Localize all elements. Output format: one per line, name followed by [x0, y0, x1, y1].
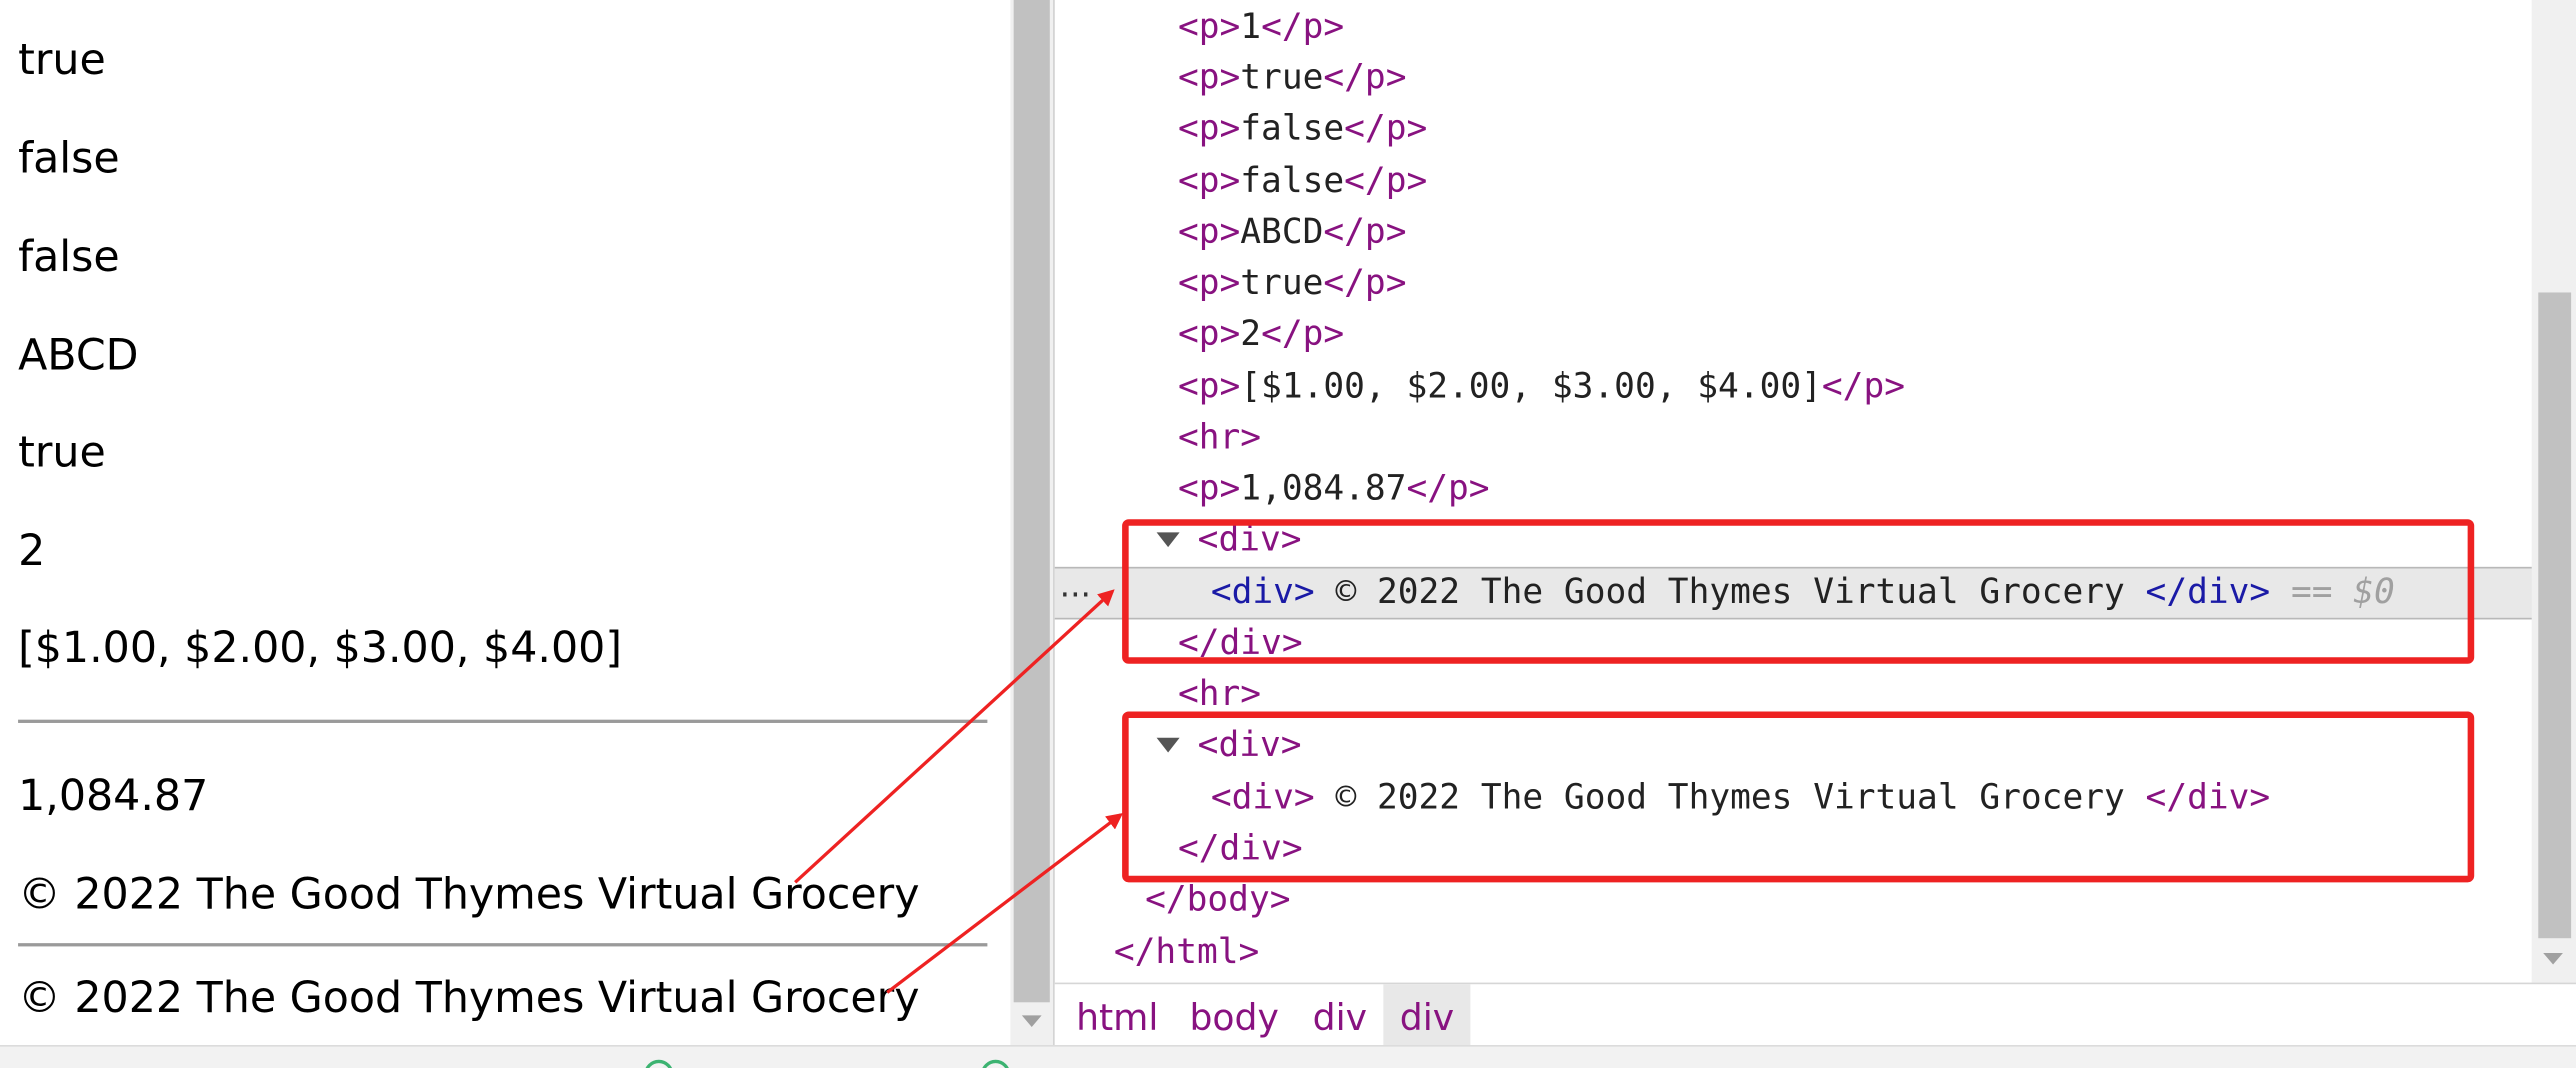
- node-text: true: [1240, 57, 1324, 97]
- tag-hr: <hr>: [1177, 673, 1262, 714]
- node-text: true: [1240, 262, 1324, 303]
- dom-node-p[interactable]: <p>false</p>: [1178, 156, 1427, 207]
- devtools-elements-panel: ... <p>1</p> <p>true</p> <p>false</p> <p…: [1053, 0, 2576, 1047]
- dom-node-p[interactable]: <p>2</p>: [1178, 309, 1344, 360]
- node-text: 2: [1240, 313, 1262, 354]
- tag-close: </p>: [1323, 262, 1407, 303]
- node-text: 1,084.87: [1240, 468, 1407, 508]
- page-line: ABCD: [18, 331, 139, 382]
- page-preview: true false false ABCD true 2 [$1.00, $2.…: [0, 0, 1011, 1046]
- tag-close: </p>: [1323, 57, 1407, 97]
- page-line: true: [18, 36, 106, 86]
- tag-close: </p>: [1261, 313, 1345, 354]
- bottom-status-strip: [0, 1045, 2576, 1068]
- page-line: [$1.00, $2.00, $3.00, $4.00]: [18, 624, 623, 674]
- node-text: ABCD: [1240, 211, 1324, 252]
- annotation-highlight-box: [1122, 519, 2475, 664]
- tag-open: <p>: [1177, 262, 1241, 303]
- breadcrumb-item-body[interactable]: body: [1173, 984, 1295, 1046]
- dom-node-html-close[interactable]: </html>: [1114, 927, 1259, 978]
- page-line: true: [18, 428, 106, 479]
- tag-open: <p>: [1177, 468, 1241, 508]
- scroll-down-arrow-icon[interactable]: [1021, 1015, 1042, 1027]
- dom-node-p[interactable]: <p>1</p>: [1178, 2, 1344, 53]
- page-scrollbar-thumb[interactable]: [1013, 0, 1050, 1003]
- tag-open: <p>: [1177, 57, 1241, 97]
- tag-close: </body>: [1145, 879, 1291, 919]
- breadcrumb: html body div div: [1054, 982, 2576, 1047]
- dom-node-p[interactable]: <p>ABCD</p>: [1178, 207, 1407, 258]
- page-line: 2: [18, 527, 46, 577]
- tag-close: </p>: [1261, 6, 1345, 47]
- breadcrumb-item-div-active[interactable]: div: [1383, 984, 1471, 1047]
- scroll-down-arrow-icon[interactable]: [2543, 952, 2563, 965]
- node-text: 1: [1240, 6, 1262, 47]
- breadcrumb-item-div[interactable]: div: [1296, 984, 1383, 1046]
- devtools-scrollbar[interactable]: [2531, 0, 2576, 983]
- dom-node-p[interactable]: <p>false</p>: [1178, 104, 1427, 155]
- node-text: false: [1240, 108, 1345, 148]
- devtools-scrollbar-thumb[interactable]: [2538, 292, 2572, 939]
- tag-open: <p>: [1177, 161, 1241, 201]
- dom-node-p[interactable]: <p>true</p>: [1178, 53, 1407, 104]
- breadcrumb-item-html[interactable]: html: [1060, 984, 1175, 1046]
- node-text: [$1.00, $2.00, $3.00, $4.00]: [1240, 366, 1822, 406]
- page-footer-text: © 2022 The Good Thymes Virtual Grocery: [18, 870, 920, 921]
- dom-node-p[interactable]: <p>true</p>: [1178, 258, 1407, 309]
- tag-open: <p>: [1177, 6, 1241, 47]
- page-line: false: [18, 233, 120, 283]
- tag-hr: <hr>: [1177, 417, 1262, 457]
- tag-close: </html>: [1113, 931, 1260, 972]
- tag-open: <p>: [1177, 108, 1241, 148]
- tag-close: </p>: [1323, 211, 1407, 252]
- page-line: false: [18, 134, 120, 185]
- node-text: false: [1240, 161, 1345, 201]
- tag-close: </p>: [1344, 161, 1428, 201]
- tag-open: <p>: [1177, 313, 1241, 354]
- status-indicator-icon: [644, 1059, 674, 1068]
- page-scrollbar[interactable]: [1010, 0, 1054, 1046]
- annotation-highlight-box: [1122, 711, 2475, 883]
- dom-node-p[interactable]: <p>1,084.87</p>: [1178, 463, 1490, 514]
- page-footer-text: © 2022 The Good Thymes Virtual Grocery: [18, 974, 920, 1024]
- tag-open: <p>: [1177, 366, 1241, 406]
- tag-close: </p>: [1406, 468, 1490, 508]
- page-horizontal-rule: [18, 719, 988, 723]
- node-actions-ellipsis[interactable]: ...: [1060, 565, 1091, 604]
- tag-close: </p>: [1344, 108, 1428, 148]
- page-horizontal-rule: [18, 943, 988, 947]
- tag-open: <p>: [1177, 211, 1241, 252]
- status-indicator-icon: [980, 1059, 1011, 1068]
- tag-close: </p>: [1821, 366, 1905, 406]
- screen: true false false ABCD true 2 [$1.00, $2.…: [0, 0, 2576, 1068]
- dom-node-p[interactable]: <p>[$1.00, $2.00, $3.00, $4.00]</p>: [1178, 361, 1905, 412]
- dom-node-hr[interactable]: <hr>: [1178, 412, 1261, 463]
- page-number-line: 1,084.87: [18, 772, 209, 822]
